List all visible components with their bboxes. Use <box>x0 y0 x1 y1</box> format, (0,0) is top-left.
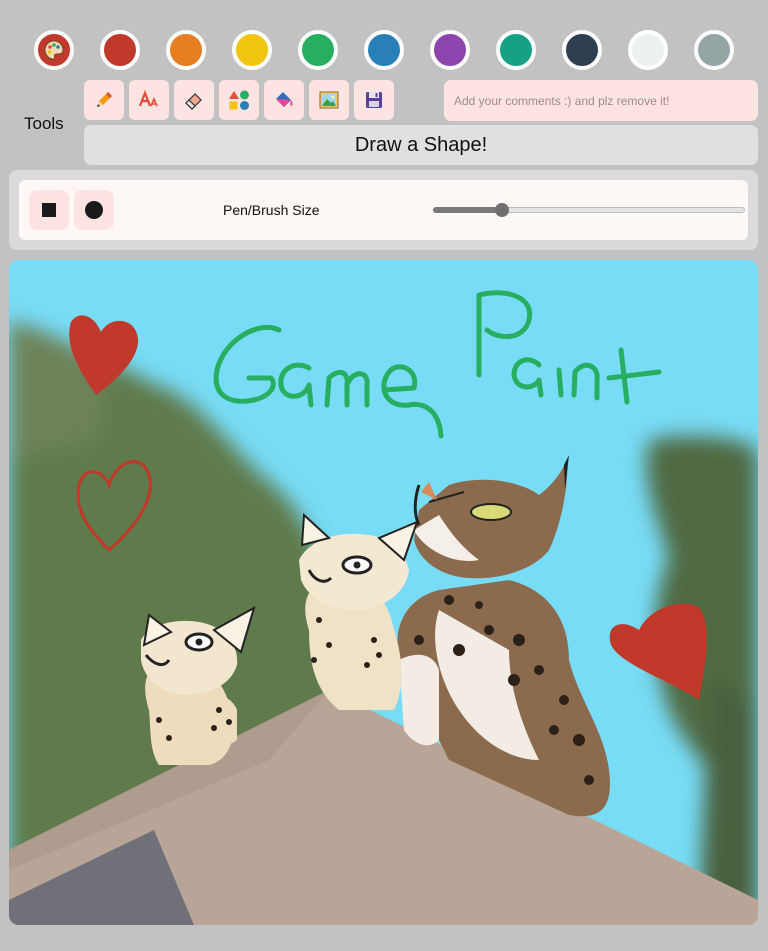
color-swatch-9[interactable] <box>628 30 668 70</box>
color-swatch-5[interactable] <box>364 30 404 70</box>
text-tool-button[interactable] <box>129 80 169 120</box>
palette-icon <box>44 40 64 60</box>
circle-brush-icon <box>85 201 103 219</box>
shapes-tool-button[interactable] <box>219 80 259 120</box>
slider-thumb[interactable] <box>494 203 509 217</box>
fill-bucket-icon <box>276 92 293 107</box>
pencil-tool-button[interactable] <box>84 80 124 120</box>
color-swatch-6[interactable] <box>430 30 470 70</box>
color-swatch-4[interactable] <box>298 30 338 70</box>
brush-settings: Pen/Brush Size <box>19 180 748 240</box>
eraser-icon <box>185 93 202 110</box>
brush-size-label: Pen/Brush Size <box>223 202 320 218</box>
save-icon <box>366 92 382 108</box>
color-swatch-10[interactable] <box>694 30 734 70</box>
image-tool-button[interactable] <box>309 80 349 120</box>
image-icon <box>319 91 339 109</box>
shapes-icon <box>229 90 249 110</box>
color-swatch-7[interactable] <box>496 30 536 70</box>
canvas-artwork <box>9 260 758 925</box>
color-swatch-1[interactable] <box>100 30 140 70</box>
save-tool-button[interactable] <box>354 80 394 120</box>
brush-panel: Pen/Brush Size <box>9 170 758 250</box>
square-brush-button[interactable] <box>29 190 69 230</box>
color-swatch-8[interactable] <box>562 30 602 70</box>
fill-tool-button[interactable] <box>264 80 304 120</box>
drawing-canvas[interactable] <box>9 260 758 925</box>
pencil-icon <box>97 92 112 107</box>
color-swatch-3[interactable] <box>232 30 272 70</box>
color-swatch-2[interactable] <box>166 30 206 70</box>
comment-input[interactable] <box>444 80 758 121</box>
eraser-tool-button[interactable] <box>174 80 214 120</box>
color-palette <box>34 30 734 70</box>
brush-size-slider[interactable] <box>433 199 745 221</box>
circle-brush-button[interactable] <box>74 190 114 230</box>
slider-fill <box>433 207 502 213</box>
draw-shape-button[interactable]: Draw a Shape! <box>84 125 758 165</box>
color-picker-button[interactable] <box>34 30 74 70</box>
square-brush-icon <box>42 203 56 217</box>
text-icon <box>138 89 158 107</box>
tools-label: Tools <box>24 114 64 133</box>
